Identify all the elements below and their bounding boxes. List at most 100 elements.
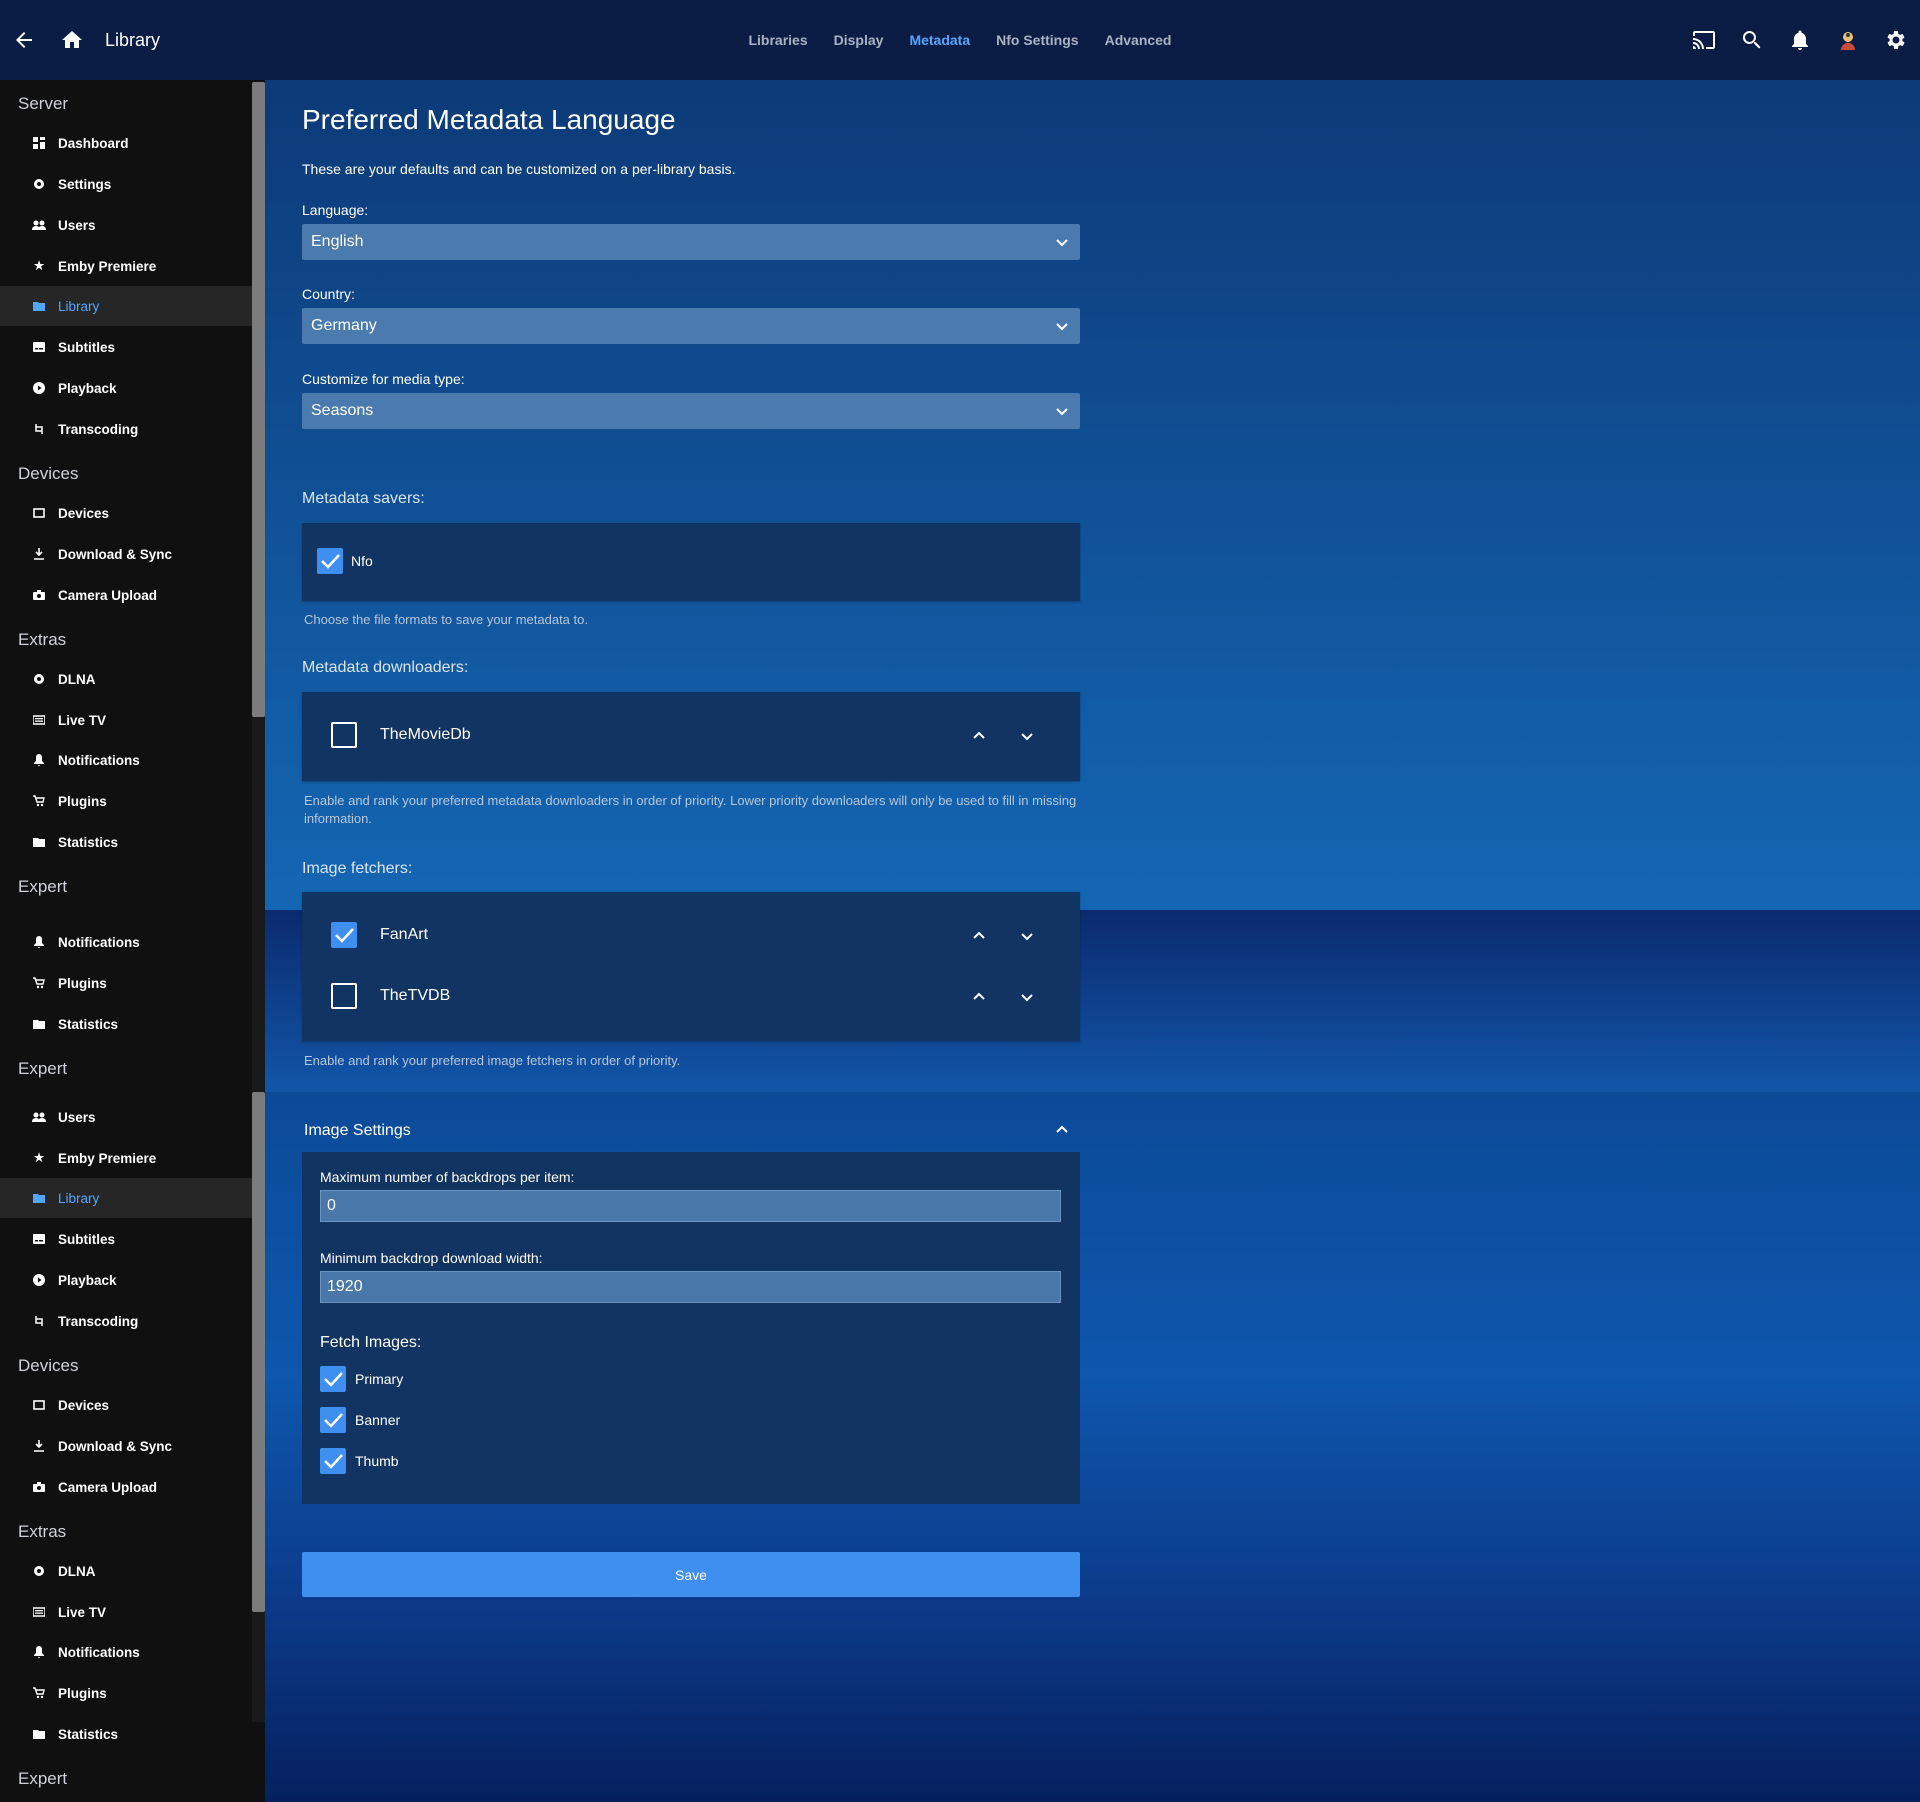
sidebar-item-download-sync[interactable]: Download & Sync <box>0 534 252 574</box>
play-circle-icon <box>32 1273 46 1287</box>
sidebar-item-download-sync[interactable]: Download & Sync <box>0 1426 252 1466</box>
subtitles-icon <box>32 1232 46 1246</box>
sidebar-item-label: Camera Upload <box>58 1479 158 1495</box>
sidebar-item-live-tv[interactable]: Live TV <box>0 1592 252 1632</box>
chevron-up-icon <box>973 992 985 1000</box>
chevron-up-icon[interactable] <box>1054 1122 1070 1138</box>
move-up-button[interactable] <box>967 985 991 1009</box>
thumb-checkbox[interactable] <box>320 1448 346 1474</box>
sidebar-scrollbar-thumb[interactable] <box>252 82 265 717</box>
tab-libraries[interactable]: Libraries <box>748 32 807 48</box>
banner-checkbox[interactable] <box>320 1407 346 1433</box>
image-settings-title: Image Settings <box>304 1122 411 1139</box>
transcode-icon <box>32 422 46 436</box>
app-header: Library Libraries Display Metadata Nfo S… <box>0 0 1920 80</box>
sidebar-item-notifications[interactable]: Notifications <box>0 922 252 962</box>
min-backdrop-width-input[interactable]: 1920 <box>320 1271 1061 1303</box>
metadata-savers-title: Metadata savers: <box>302 490 425 507</box>
sidebar-item-plugins[interactable]: Plugins <box>0 963 252 1003</box>
sidebar-item-label: Statistics <box>58 834 119 850</box>
sidebar-item-label: Live TV <box>58 712 107 728</box>
move-down-button[interactable] <box>1015 924 1039 948</box>
sidebar-item-library[interactable]: Library <box>0 1178 252 1218</box>
sidebar-item-transcoding[interactable]: Transcoding <box>0 1301 252 1341</box>
sidebar-section-expert: Expert <box>18 1059 68 1078</box>
sidebar-item-statistics[interactable]: Statistics <box>0 1004 252 1044</box>
sidebar-section-devices: Devices <box>18 464 79 483</box>
sidebar-item-users[interactable]: Users <box>0 205 252 245</box>
tab-display[interactable]: Display <box>834 32 884 48</box>
language-value: English <box>311 233 364 250</box>
move-down-button[interactable] <box>1015 985 1039 1009</box>
tab-nfo-settings[interactable]: Nfo Settings <box>996 32 1078 48</box>
sidebar-item-camera-upload[interactable]: Camera Upload <box>0 1467 252 1507</box>
search-icon[interactable] <box>1740 28 1764 52</box>
thetvdb-checkbox[interactable] <box>331 983 357 1009</box>
sidebar-item-settings[interactable]: Settings <box>0 164 252 204</box>
sidebar-item-label: Devices <box>58 1397 110 1413</box>
sidebar-item-transcoding[interactable]: Transcoding <box>0 409 252 449</box>
star-icon: ★ <box>32 1150 46 1165</box>
bell-icon[interactable] <box>1788 28 1812 52</box>
sidebar-item-dashboard[interactable]: Dashboard <box>0 123 252 163</box>
sidebar-item-users[interactable]: Users <box>0 1097 252 1137</box>
move-up-button[interactable] <box>967 924 991 948</box>
sidebar-item-playback[interactable]: Playback <box>0 1260 252 1300</box>
sidebar-item-label: Notifications <box>58 934 140 950</box>
sidebar-item-label: Download & Sync <box>58 546 173 562</box>
cast-icon[interactable] <box>1692 28 1716 52</box>
page-title: Preferred Metadata Language <box>302 104 676 135</box>
sidebar-item-emby-premiere[interactable]: ★ Emby Premiere <box>0 246 252 286</box>
tab-advanced[interactable]: Advanced <box>1105 32 1172 48</box>
save-button[interactable]: Save <box>302 1552 1080 1597</box>
country-select[interactable]: Germany <box>302 308 1080 344</box>
gear-icon <box>32 672 46 686</box>
move-up-button[interactable] <box>967 724 991 748</box>
sidebar-item-library[interactable]: Library <box>0 286 252 326</box>
sidebar-section-extras: Extras <box>18 630 67 649</box>
gear-icon <box>32 1564 46 1578</box>
move-down-button[interactable] <box>1015 724 1039 748</box>
sidebar-item-playback[interactable]: Playback <box>0 368 252 408</box>
sidebar-item-notifications[interactable]: Notifications <box>0 740 252 780</box>
sidebar-item-devices[interactable]: Devices <box>0 1385 252 1425</box>
cart-icon <box>32 1686 46 1700</box>
primary-checkbox[interactable] <box>320 1366 346 1392</box>
sidebar-item-statistics[interactable]: Statistics <box>0 822 252 862</box>
sidebar-item-live-tv[interactable]: Live TV <box>0 700 252 740</box>
fanart-checkbox[interactable] <box>331 922 357 948</box>
sidebar-item-plugins[interactable]: Plugins <box>0 781 252 821</box>
home-icon[interactable] <box>60 28 84 52</box>
sidebar-item-notifications[interactable]: Notifications <box>0 1632 252 1672</box>
bell-icon <box>32 935 46 949</box>
star-icon: ★ <box>32 258 46 273</box>
sidebar-item-label: Playback <box>58 380 117 396</box>
sidebar-scrollbar-thumb[interactable] <box>252 1092 265 1612</box>
sidebar-item-label: Dashboard <box>58 135 129 151</box>
user-avatar-icon[interactable] <box>1836 28 1860 52</box>
gear-icon[interactable] <box>1884 28 1908 52</box>
image-fetchers-title: Image fetchers: <box>302 860 413 877</box>
sidebar-item-label: Download & Sync <box>58 1438 173 1454</box>
sidebar-item-subtitles[interactable]: Subtitles <box>0 1219 252 1259</box>
tab-metadata[interactable]: Metadata <box>909 32 970 48</box>
nfo-checkbox[interactable] <box>317 548 343 574</box>
image-settings-header[interactable]: Image Settings <box>302 1110 1080 1152</box>
chevron-down-icon <box>1054 318 1070 334</box>
sidebar-item-statistics[interactable]: Statistics <box>0 1714 252 1754</box>
media-type-label: Customize for media type: <box>302 371 465 387</box>
min-backdrop-width-label: Minimum backdrop download width: <box>320 1250 543 1266</box>
back-arrow-icon[interactable] <box>12 28 36 52</box>
sidebar-item-dlna[interactable]: DLNA <box>0 659 252 699</box>
sidebar-item-plugins[interactable]: Plugins <box>0 1673 252 1713</box>
max-backdrops-input[interactable]: 0 <box>320 1190 1061 1222</box>
media-type-select[interactable]: Seasons <box>302 393 1080 429</box>
tv-icon <box>32 713 46 727</box>
sidebar-item-emby-premiere[interactable]: ★ Emby Premiere <box>0 1138 252 1178</box>
sidebar-item-subtitles[interactable]: Subtitles <box>0 327 252 367</box>
sidebar-item-dlna[interactable]: DLNA <box>0 1551 252 1591</box>
language-select[interactable]: English <box>302 224 1080 260</box>
themoviedb-checkbox[interactable] <box>331 722 357 748</box>
sidebar-item-camera-upload[interactable]: Camera Upload <box>0 575 252 615</box>
sidebar-item-devices[interactable]: Devices <box>0 493 252 533</box>
